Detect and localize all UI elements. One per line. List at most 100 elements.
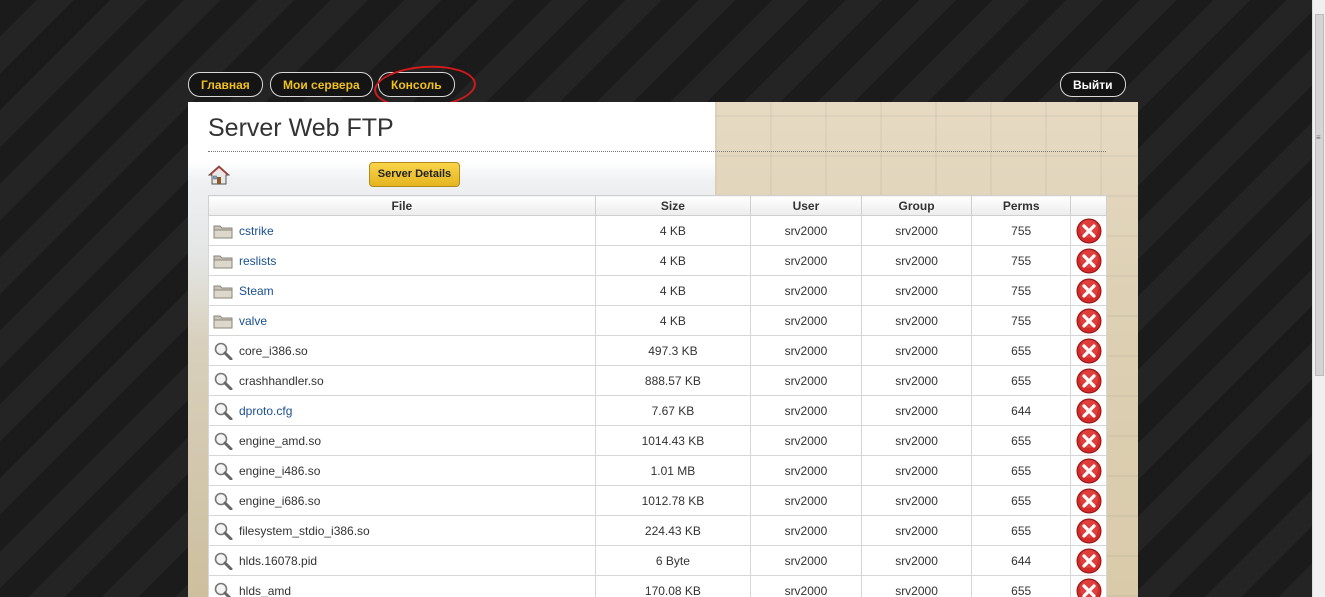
file-user-cell: srv2000: [750, 455, 862, 486]
folder-icon: [213, 315, 233, 328]
folder-icon: [213, 285, 233, 298]
file-name-cell: dproto.cfg: [208, 395, 596, 426]
file-name-link[interactable]: Steam: [239, 284, 274, 298]
file-name-link[interactable]: valve: [239, 314, 267, 328]
magnifier-icon: [214, 552, 233, 570]
file-group-cell: srv2000: [860, 335, 973, 366]
file-name-cell: cstrike: [208, 215, 596, 246]
delete-icon[interactable]: [1076, 548, 1102, 574]
delete-cell: [1070, 395, 1107, 426]
file-name-cell: engine_i486.so: [208, 455, 596, 486]
file-perms-cell: 644: [971, 545, 1072, 576]
file-name-link[interactable]: reslists: [239, 254, 276, 268]
file-name-link[interactable]: cstrike: [239, 224, 274, 238]
file-group-cell: srv2000: [860, 215, 973, 246]
page-scrollbar[interactable]: ≡: [1312, 0, 1325, 597]
delete-icon[interactable]: [1076, 398, 1102, 424]
nav-servers-button[interactable]: Мои сервера: [270, 72, 373, 97]
table-row: engine_i486.so 1.01 MB srv2000 srv2000 655: [208, 455, 1107, 486]
delete-icon[interactable]: [1076, 338, 1102, 364]
magnifier-icon: [214, 402, 233, 420]
file-perms-cell: 655: [971, 365, 1072, 396]
file-group-cell: srv2000: [860, 365, 973, 396]
file-name-cell: core_i386.so: [208, 335, 596, 366]
delete-cell: [1070, 455, 1107, 486]
file-group-cell: srv2000: [860, 545, 973, 576]
file-name-link[interactable]: engine_i486.so: [239, 464, 320, 478]
nav-console-button[interactable]: Консоль: [378, 72, 455, 97]
magnifier-icon: [214, 492, 233, 510]
server-details-button[interactable]: Server Details: [369, 162, 460, 187]
nav-home-button[interactable]: Главная: [188, 72, 263, 97]
table-row: Steam 4 KB srv2000 srv2000 755: [208, 275, 1107, 306]
delete-icon[interactable]: [1076, 308, 1102, 334]
file-group-cell: srv2000: [860, 275, 973, 306]
file-size-cell: 224.43 KB: [594, 515, 752, 546]
file-name-cell: reslists: [208, 245, 596, 276]
file-size-cell: 4 KB: [594, 215, 752, 246]
folder-icon: [213, 225, 233, 238]
delete-icon[interactable]: [1076, 518, 1102, 544]
delete-cell: [1070, 215, 1107, 246]
file-size-cell: 4 KB: [594, 305, 752, 336]
magnifier-icon: [214, 372, 233, 390]
table-row: engine_i686.so 1012.78 KB srv2000 srv2000 65…: [208, 485, 1107, 516]
column-header-user: User: [750, 195, 862, 216]
magnifier-icon: [214, 522, 233, 540]
home-icon[interactable]: [208, 164, 230, 186]
delete-icon[interactable]: [1076, 578, 1102, 597]
file-size-cell: 1.01 MB: [594, 455, 752, 486]
file-group-cell: srv2000: [860, 425, 973, 456]
table-row: valve 4 KB srv2000 srv2000 755: [208, 305, 1107, 336]
file-size-cell: 1014.43 KB: [594, 425, 752, 456]
file-size-cell: 497.3 KB: [594, 335, 752, 366]
delete-cell: [1070, 515, 1107, 546]
table-row: reslists 4 KB srv2000 srv2000 755: [208, 245, 1107, 276]
table-row: cstrike 4 KB srv2000 srv2000 755: [208, 215, 1107, 246]
table-row: engine_amd.so 1014.43 KB srv2000 srv2000 655: [208, 425, 1107, 456]
column-header-file: File: [208, 195, 596, 216]
delete-cell: [1070, 575, 1107, 597]
file-user-cell: srv2000: [750, 365, 862, 396]
delete-icon[interactable]: [1076, 428, 1102, 454]
delete-icon[interactable]: [1076, 248, 1102, 274]
delete-icon[interactable]: [1076, 458, 1102, 484]
delete-icon[interactable]: [1076, 278, 1102, 304]
table-row: crashhandler.so 888.57 KB srv2000 srv2000 65…: [208, 365, 1107, 396]
file-name-cell: Steam: [208, 275, 596, 306]
column-header-group: Group: [860, 195, 973, 216]
file-group-cell: srv2000: [860, 455, 973, 486]
file-size-cell: 888.57 KB: [594, 365, 752, 396]
file-name-link[interactable]: hlds.16078.pid: [239, 554, 317, 568]
file-perms-cell: 755: [971, 305, 1072, 336]
file-user-cell: srv2000: [750, 275, 862, 306]
file-name-cell: valve: [208, 305, 596, 336]
file-name-link[interactable]: engine_amd.so: [239, 434, 321, 448]
file-name-cell: hlds_amd: [208, 575, 596, 597]
file-user-cell: srv2000: [750, 515, 862, 546]
delete-cell: [1070, 245, 1107, 276]
logout-button[interactable]: Выйти: [1060, 72, 1126, 97]
column-header-actions: [1070, 195, 1107, 216]
file-name-link[interactable]: crashhandler.so: [239, 374, 324, 388]
delete-icon[interactable]: [1076, 218, 1102, 244]
delete-cell: [1070, 425, 1107, 456]
scrollbar-thumb[interactable]: [1315, 14, 1324, 376]
file-perms-cell: 655: [971, 575, 1072, 597]
page-title: Server Web FTP: [208, 114, 394, 142]
file-perms-cell: 755: [971, 245, 1072, 276]
table-header-row: File Size User Group Perms: [208, 195, 1107, 216]
file-name-link[interactable]: hlds_amd: [239, 584, 291, 597]
file-name-link[interactable]: dproto.cfg: [239, 404, 292, 418]
file-perms-cell: 755: [971, 275, 1072, 306]
file-user-cell: srv2000: [750, 425, 862, 456]
delete-icon[interactable]: [1076, 488, 1102, 514]
file-name-link[interactable]: filesystem_stdio_i386.so: [239, 524, 370, 538]
delete-cell: [1070, 335, 1107, 366]
file-name-link[interactable]: engine_i686.so: [239, 494, 320, 508]
delete-icon[interactable]: [1076, 368, 1102, 394]
magnifier-icon: [214, 462, 233, 480]
file-name-cell: engine_i686.so: [208, 485, 596, 516]
delete-cell: [1070, 365, 1107, 396]
file-name-link[interactable]: core_i386.so: [239, 344, 308, 358]
